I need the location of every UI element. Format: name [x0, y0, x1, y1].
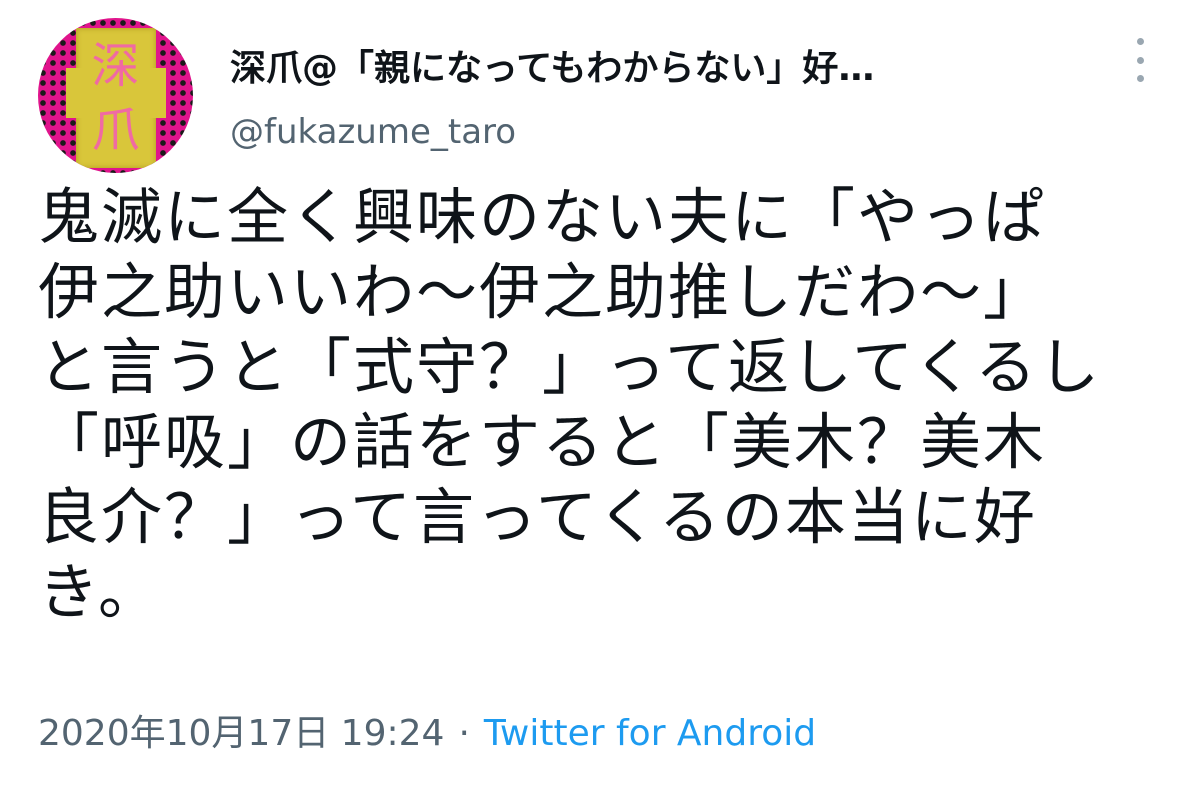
- tweet-text-line: き。: [38, 557, 161, 628]
- more-dot: [1136, 38, 1144, 45]
- avatar-char-2: 爪: [91, 102, 140, 158]
- tweet-source-link[interactable]: Twitter for Android: [484, 713, 816, 754]
- tweet-card: 深 爪 深爪@「親になってもわからない」好… @fukazume_taro 鬼滅…: [0, 0, 1200, 792]
- tweet-timestamp[interactable]: 2020年10月17日 19:24: [38, 713, 444, 754]
- more-dot: [1136, 56, 1144, 64]
- tweet-text-line: と言うと「式守？」って返してくるし: [38, 332, 1102, 403]
- meta-separator: ·: [458, 713, 470, 754]
- tweet-meta: 2020年10月17日 19:24 · Twitter for Android: [38, 710, 816, 758]
- user-handle[interactable]: @fukazume_taro: [230, 110, 516, 154]
- tweet-text: 鬼滅に全く興味のない夫に「やっぱ 伊之助いいわ〜伊之助推しだわ〜」 と言うと「式…: [38, 180, 1168, 630]
- display-name[interactable]: 深爪@「親になってもわからない」好…: [230, 45, 874, 93]
- tweet-text-line: 「呼吸」の話をすると「美木？美木: [38, 407, 1047, 478]
- avatar[interactable]: 深 爪: [38, 18, 193, 173]
- tweet-text-line: 伊之助いいわ〜伊之助推しだわ〜」: [38, 257, 1047, 328]
- tweet-text-line: 鬼滅に全く興味のない夫に「やっぱ: [38, 182, 1047, 253]
- avatar-char-1: 深: [91, 38, 140, 94]
- tweet-text-line: 良介？」って言ってくるの本当に好: [38, 482, 1037, 553]
- more-vertical-icon[interactable]: [1128, 38, 1152, 82]
- more-dot: [1136, 75, 1144, 82]
